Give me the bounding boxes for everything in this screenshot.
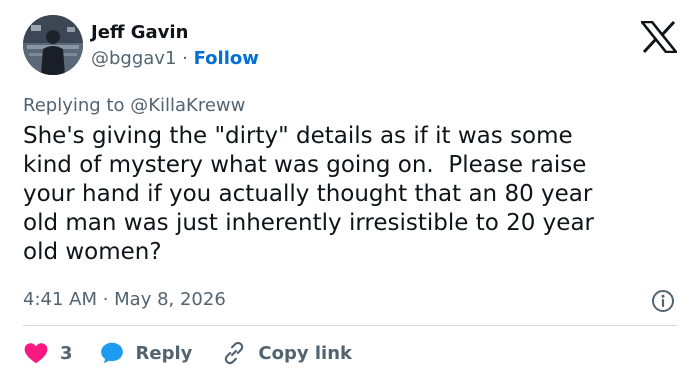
info-icon[interactable] xyxy=(651,289,675,313)
handle-row: @bggav1 · Follow xyxy=(91,47,259,71)
reply-button[interactable]: Reply xyxy=(99,340,193,366)
x-logo-icon[interactable] xyxy=(641,21,677,53)
action-bar: 3 Reply Copy link xyxy=(23,338,352,368)
copy-link-button[interactable]: Copy link xyxy=(221,340,352,366)
author-handle[interactable]: @bggav1 xyxy=(91,48,176,69)
avatar-photo xyxy=(23,15,83,75)
speech-bubble-icon xyxy=(100,342,123,364)
follow-button[interactable]: Follow xyxy=(194,48,259,69)
replying-to-line: Replying to @KillaKreww xyxy=(23,94,245,118)
tweet-card: Jeff Gavin @bggav1 · Follow Replying to … xyxy=(0,0,700,379)
like-count: 3 xyxy=(60,342,73,364)
reply-mention-link[interactable]: @KillaKreww xyxy=(130,95,245,116)
handle-separator: · xyxy=(176,48,194,69)
heart-icon xyxy=(24,343,48,364)
like-button[interactable]: 3 xyxy=(23,340,73,366)
reply-label: Reply xyxy=(135,342,193,364)
copy-link-label: Copy link xyxy=(258,342,352,364)
author-name[interactable]: Jeff Gavin xyxy=(91,21,259,45)
replying-prefix: Replying to xyxy=(23,95,131,116)
tweet-text: She's giving the "dirty" details as if i… xyxy=(23,123,594,265)
avatar[interactable] xyxy=(23,15,83,75)
author-block: Jeff Gavin @bggav1 · Follow xyxy=(91,21,259,71)
tweet-timestamp[interactable]: 4:41 AM · May 8, 2026 xyxy=(23,288,226,312)
link-icon xyxy=(225,341,244,365)
divider xyxy=(23,325,677,326)
